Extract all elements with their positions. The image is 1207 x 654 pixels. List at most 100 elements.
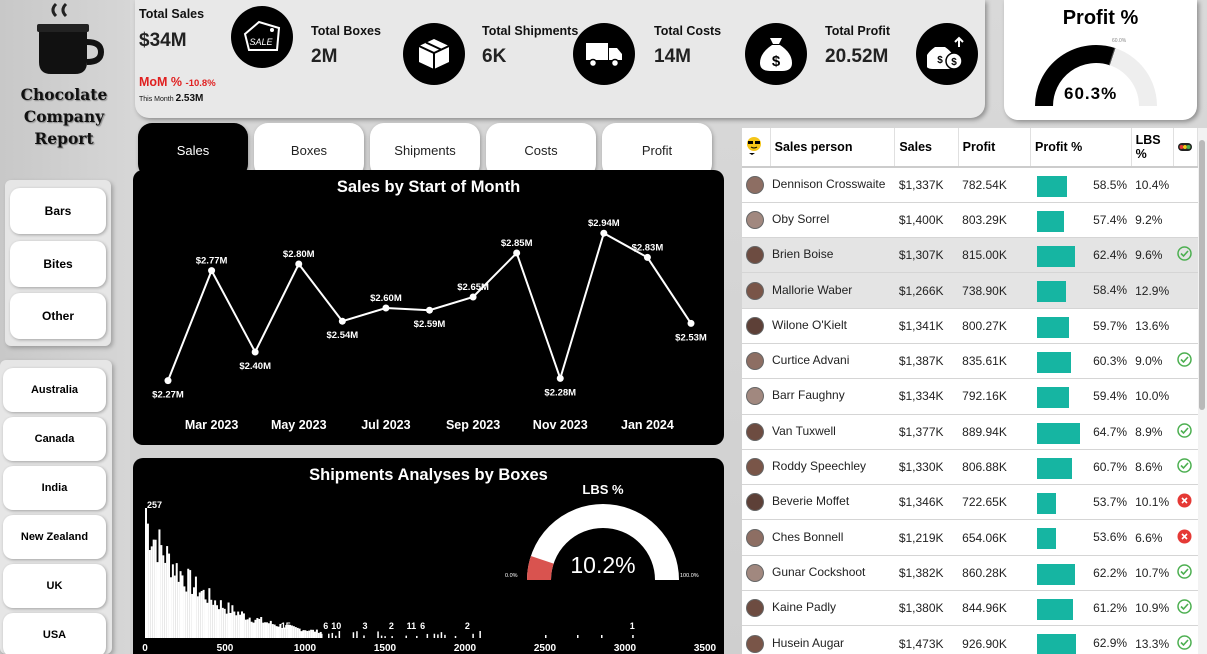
sales-x-tick-label: Jul 2023 xyxy=(361,418,410,432)
cell-sales-person: Curtice Advani xyxy=(742,343,895,380)
header-profit[interactable]: Profit xyxy=(958,128,1032,168)
report-title-line1: Chocolate xyxy=(20,85,108,104)
table-row[interactable]: Kaine Padly $1,380K 844.96K 61.2% 10.9% xyxy=(742,590,1198,627)
country-new-zealand-button[interactable]: New Zealand xyxy=(3,515,106,559)
cell-profit-pct: 62.2% xyxy=(1030,555,1132,592)
sales-data-label: $2.27M xyxy=(152,390,184,401)
cell-sales-person: Mallorie Waber xyxy=(742,272,895,309)
table-scrollbar-thumb[interactable] xyxy=(1199,140,1205,410)
cell-sales: $1,387K xyxy=(894,343,959,380)
sale-tag-text: SALE xyxy=(249,37,273,47)
cell-status xyxy=(1173,449,1198,486)
header-sales-person[interactable]: Sales person xyxy=(770,128,896,168)
table-row[interactable]: Gunar Cockshoot $1,382K 860.28K 62.2% 10… xyxy=(742,555,1198,592)
table-row[interactable]: Beverie Moffet $1,346K 722.65K 53.7% 10.… xyxy=(742,484,1198,521)
sales-data-label: $2.40M xyxy=(239,361,271,372)
profit-pct-value: 62.2% xyxy=(1093,565,1128,580)
table-row[interactable]: Husein Augar $1,473K 926.90K 62.9% 13.3% xyxy=(742,625,1198,654)
cell-profit-pct: 64.7% xyxy=(1030,414,1132,450)
mom-label: MoM % xyxy=(139,75,183,89)
country-australia-button[interactable]: Australia xyxy=(3,368,106,412)
table-row[interactable]: Curtice Advani $1,387K 835.61K 60.3% 9.0… xyxy=(742,343,1198,380)
avatar xyxy=(746,563,764,582)
table-row[interactable]: Wilone O'Kielt $1,341K 800.27K 59.7% 13.… xyxy=(742,308,1198,344)
country-usa-button[interactable]: USA xyxy=(3,613,106,654)
table-row[interactable]: Barr Faughny $1,334K 792.16K 59.4% 10.0% xyxy=(742,378,1198,415)
lbs-gauge-value: 10.2% xyxy=(570,552,636,578)
check-circle-icon xyxy=(1177,458,1193,473)
table-row[interactable]: Brien Boise $1,307K 815.00K 62.4% 9.6% xyxy=(742,237,1198,274)
table-row[interactable]: Dennison Crosswaite $1,337K 782.54K 58.5… xyxy=(742,167,1198,203)
cell-profit: 800.27K xyxy=(958,308,1031,344)
histogram-value-label: 3 xyxy=(362,621,367,631)
histogram-bar xyxy=(296,627,299,638)
histogram-bar xyxy=(315,629,318,638)
table-row[interactable]: Ches Bonnell $1,219K 654.06K 53.6% 6.6% xyxy=(742,519,1198,556)
histogram-bar xyxy=(177,581,180,638)
table-row[interactable]: Roddy Speechley $1,330K 806.88K 60.7% 8.… xyxy=(742,449,1198,486)
histogram-bar xyxy=(426,633,429,638)
histogram-x-tick-label: 2500 xyxy=(534,643,557,654)
sales-data-point xyxy=(600,229,608,237)
profit-pct-bar xyxy=(1036,281,1066,303)
histogram-value-label: 2 xyxy=(389,621,394,631)
sales-data-label: $2.28M xyxy=(544,387,576,398)
table-row[interactable]: Oby Sorrel $1,400K 803.29K 57.4% 9.2% xyxy=(742,202,1198,239)
lbs-gauge-max: 100.0% xyxy=(680,573,699,579)
histogram-bar xyxy=(193,587,195,638)
country-india-button[interactable]: India xyxy=(3,466,106,510)
shipments-by-boxes-chart: Shipments Analyses by Boxes 257 15 6 10 3 2 11… xyxy=(133,458,724,654)
histogram-bar xyxy=(181,575,184,638)
histogram-bar xyxy=(173,575,176,638)
histogram-bar xyxy=(601,635,603,638)
histogram-bar xyxy=(145,508,147,638)
category-other-button[interactable]: Other xyxy=(10,293,106,339)
cell-sales: $1,341K xyxy=(894,308,959,344)
profit-pct-value: 61.2% xyxy=(1093,601,1128,616)
category-bites-button[interactable]: Bites xyxy=(10,241,106,287)
histogram-bar xyxy=(335,635,337,638)
total-sales-label: Total Sales xyxy=(139,7,205,21)
header-lbs-pct[interactable]: LBS % xyxy=(1131,128,1174,168)
histogram-bar xyxy=(384,636,386,638)
histogram-bar xyxy=(265,622,268,638)
cell-profit: 806.88K xyxy=(958,449,1031,486)
header-sales[interactable]: Sales xyxy=(894,128,959,168)
category-bars-button[interactable]: Bars xyxy=(10,188,106,234)
cell-profit: 782.54K xyxy=(958,167,1031,203)
cell-lbs-pct: 8.9% xyxy=(1131,414,1174,450)
table-row[interactable]: Van Tuxwell $1,377K 889.94K 64.7% 8.9% xyxy=(742,414,1198,450)
avatar xyxy=(746,246,764,265)
histogram-bar xyxy=(194,576,197,638)
histogram-bar xyxy=(363,635,365,638)
histogram-x-tick-label: 3000 xyxy=(614,643,637,654)
histogram-bar xyxy=(632,635,634,638)
histogram-bar xyxy=(437,634,439,638)
histogram-bar xyxy=(377,631,379,638)
profit-pct-value: 53.6% xyxy=(1093,530,1128,545)
kpi-bar: Total Sales $34M MoM % -10.8% This Month… xyxy=(135,0,985,118)
svg-text:$: $ xyxy=(772,53,781,70)
cell-lbs-pct: 10.7% xyxy=(1131,555,1174,592)
lbs-gauge-min: 0.0% xyxy=(505,573,518,579)
histogram-bar xyxy=(168,553,171,638)
cell-status xyxy=(1173,625,1198,654)
histogram-bar xyxy=(242,613,245,638)
check-circle-icon xyxy=(1177,352,1193,367)
histogram-bar xyxy=(300,631,303,638)
cell-sales: $1,330K xyxy=(894,449,959,486)
cell-profit: 792.16K xyxy=(958,378,1031,415)
country-canada-button[interactable]: Canada xyxy=(3,417,106,461)
cell-sales: $1,377K xyxy=(894,414,959,450)
histogram-bar xyxy=(248,617,251,638)
histogram-bar xyxy=(254,619,257,638)
histogram-bar xyxy=(380,635,383,638)
header-profit-pct[interactable]: Profit % xyxy=(1030,128,1132,168)
avatar xyxy=(746,493,764,512)
table-row[interactable]: Mallorie Waber $1,266K 738.90K 58.4% 12.… xyxy=(742,272,1198,309)
header-status xyxy=(1173,128,1198,168)
header-emoji xyxy=(742,128,771,168)
histogram-bar xyxy=(223,608,226,638)
country-uk-button[interactable]: UK xyxy=(3,564,106,608)
sales-data-label: $2.59M xyxy=(414,319,446,330)
